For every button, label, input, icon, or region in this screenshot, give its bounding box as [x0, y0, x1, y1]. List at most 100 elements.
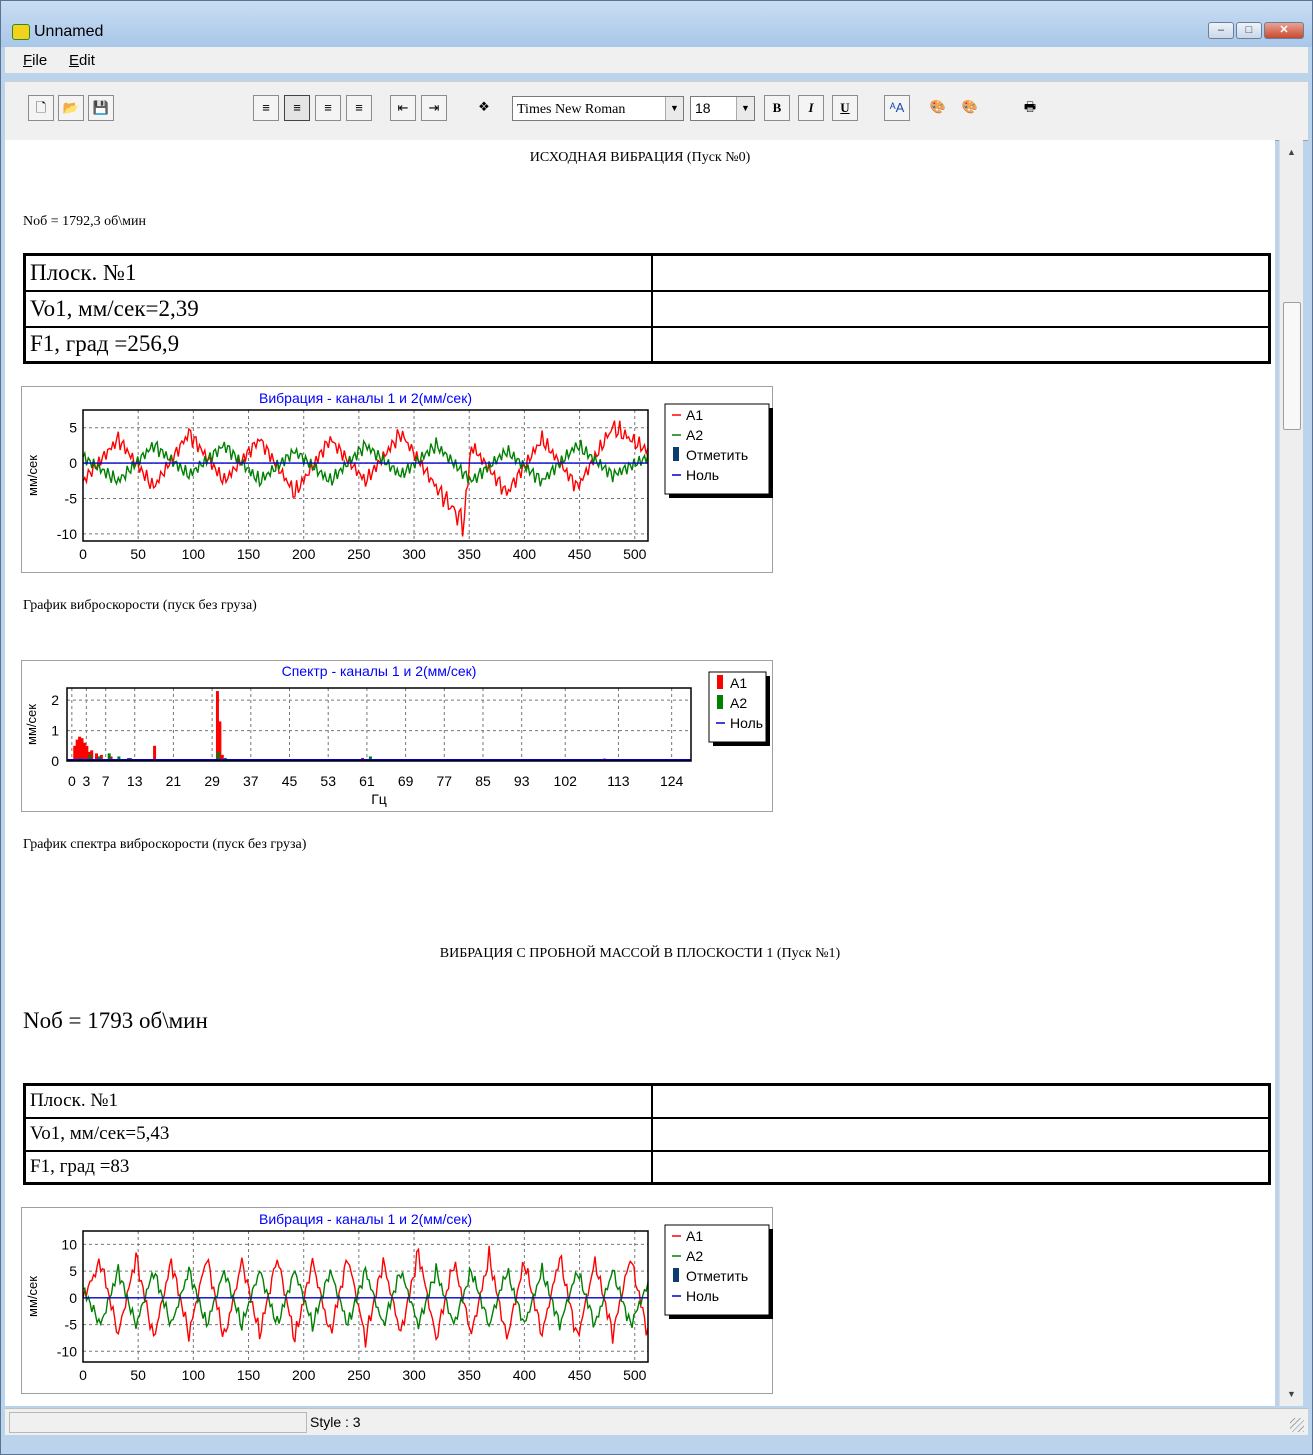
status-pane: [9, 1412, 307, 1433]
open-folder-icon[interactable]: 📂: [58, 95, 84, 121]
table-cell: [651, 289, 1271, 328]
legend-entry: A1: [730, 675, 747, 691]
indent-icon[interactable]: ⇥: [421, 95, 447, 121]
table-cell: Vo1, мм/сек=2,39: [23, 289, 653, 328]
x-tick-label: 7: [102, 773, 110, 789]
window-title: Unnamed: [34, 23, 104, 40]
table-row: Vo1, мм/сек=2,39: [23, 289, 1271, 328]
legend-entry: Ноль: [686, 1288, 719, 1304]
chevron-down-icon[interactable]: ▼: [665, 97, 683, 120]
x-tick-label: 29: [204, 773, 220, 789]
y-tick-label: 5: [69, 420, 77, 436]
legend-entry: A1: [686, 1228, 703, 1244]
align-right-icon[interactable]: ≡: [315, 95, 341, 121]
print-icon[interactable]: 🖶: [1017, 95, 1043, 121]
minimize-button[interactable]: –: [1208, 22, 1234, 39]
app-window: Unnamed – □ ✕ File Edit 🗋 📂 💾 ≡ ≡ ≡ ≡ ⇤ …: [0, 0, 1313, 1455]
formatting-toolbar: 🗋 📂 💾 ≡ ≡ ≡ ≡ ⇤ ⇥ ❖ Times New Roman ▼ 18…: [5, 81, 1308, 141]
outdent-icon[interactable]: ⇤: [390, 95, 416, 121]
align-justify-icon[interactable]: ≡: [346, 95, 372, 121]
table-cell: [651, 325, 1271, 364]
vibration-chart-1: Вибрация - каналы 1 и 2(мм/сек)мм/сек0 50…: [21, 1207, 773, 1394]
legend-entry: Ноль: [686, 467, 719, 483]
app-icon: [12, 24, 30, 40]
x-tick-label: 350: [458, 1367, 482, 1383]
results-table-1: Плоск. №1 Vo1, мм/сек=5,43 F1, град =83: [23, 1083, 1271, 1185]
table-cell: Vo1, мм/сек=5,43: [23, 1116, 653, 1152]
x-tick-label: 21: [166, 773, 182, 789]
table-cell: Плоск. №1: [23, 1083, 653, 1119]
scroll-up-icon[interactable]: ▲: [1280, 142, 1303, 162]
document-area[interactable]: ИСХОДНАЯ ВИБРАЦИЯ (Пуск №0) Noб = 1792,3…: [5, 140, 1275, 1406]
maximize-button[interactable]: □: [1236, 22, 1262, 39]
status-style: Style : 3: [310, 1414, 361, 1430]
table-row: F1, град =83: [23, 1149, 1271, 1185]
x-tick-label: 250: [347, 546, 371, 562]
x-tick-label: 500: [623, 1367, 647, 1383]
y-tick-label: -5: [65, 491, 78, 507]
spectrum-bar: [153, 745, 157, 761]
legend-swatch: [673, 447, 679, 461]
x-tick-label: 45: [282, 773, 298, 789]
chart-title: Вибрация - каналы 1 и 2(мм/сек): [259, 390, 472, 406]
legend-entry: Ноль: [730, 715, 763, 731]
x-tick-label: 450: [568, 546, 592, 562]
resize-grip-icon[interactable]: [1290, 1418, 1304, 1432]
caption-spectrum-chart-0: График спектра виброскорости (пуск без г…: [23, 837, 307, 852]
x-tick-label: 113: [607, 773, 630, 789]
y-tick-label: 1: [51, 723, 59, 739]
legend-entry: Отметить: [686, 1268, 748, 1284]
status-bar: Style : 3: [5, 1408, 1308, 1435]
x-tick-label: 0: [68, 773, 76, 789]
section-heading-0: ИСХОДНАЯ ВИБРАЦИЯ (Пуск №0): [529, 150, 751, 165]
align-center-icon[interactable]: ≡: [284, 95, 310, 121]
font-size-value: 18: [695, 100, 711, 116]
y-axis-label: мм/сек: [25, 455, 40, 496]
x-tick-label: 350: [458, 546, 482, 562]
underline-button[interactable]: U: [832, 95, 858, 121]
bold-button[interactable]: B: [764, 95, 790, 121]
x-tick-label: 150: [237, 1367, 261, 1383]
new-document-icon[interactable]: 🗋: [28, 95, 54, 121]
x-tick-label: 85: [475, 773, 491, 789]
vertical-scrollbar[interactable]: ▲ ▼: [1279, 140, 1303, 1406]
title-bar[interactable]: Unnamed – □ ✕: [1, 1, 1312, 47]
font-size-select[interactable]: 18 ▼: [690, 96, 755, 121]
legend-entry: A2: [686, 1248, 703, 1264]
chart-title: Спектр - каналы 1 и 2(мм/сек): [282, 663, 477, 679]
font-family-select[interactable]: Times New Roman ▼: [512, 96, 684, 121]
x-tick-label: 102: [554, 773, 578, 789]
close-button[interactable]: ✕: [1264, 22, 1304, 39]
insert-object-icon[interactable]: ❖: [471, 95, 497, 121]
legend-swatch: [673, 1268, 679, 1282]
x-tick-label: 250: [347, 1367, 371, 1383]
menu-file[interactable]: File: [23, 52, 47, 69]
table-cell: [651, 1116, 1271, 1152]
x-tick-label: 100: [182, 546, 206, 562]
scroll-thumb[interactable]: [1283, 302, 1301, 430]
table-cell: [651, 253, 1271, 292]
y-tick-label: 0: [69, 455, 77, 471]
align-left-icon[interactable]: ≡: [253, 95, 279, 121]
palette-icon[interactable]: 🎨: [925, 95, 951, 121]
y-tick-label: -10: [57, 1343, 77, 1359]
menu-edit[interactable]: Edit: [69, 52, 95, 69]
x-tick-label: 61: [359, 773, 375, 789]
chart-title: Вибрация - каналы 1 и 2(мм/сек): [259, 1211, 472, 1227]
scroll-down-icon[interactable]: ▼: [1280, 1384, 1303, 1404]
x-tick-label: 93: [514, 773, 530, 789]
chevron-down-icon[interactable]: ▼: [736, 97, 754, 120]
save-disk-icon[interactable]: 💾: [88, 95, 114, 121]
table-cell: [651, 1083, 1271, 1119]
x-axis-label: Гц: [371, 791, 387, 807]
x-tick-label: 300: [402, 546, 426, 562]
x-tick-label: 0: [79, 546, 87, 562]
table-cell: F1, град =256,9: [23, 325, 653, 364]
legend-entry: A1: [686, 407, 703, 423]
x-tick-label: 200: [292, 1367, 316, 1383]
x-tick-label: 3: [82, 773, 90, 789]
background-color-icon[interactable]: 🎨: [957, 95, 983, 121]
font-color-icon[interactable]: ᴬA: [884, 95, 910, 121]
italic-button[interactable]: I: [798, 95, 824, 121]
x-tick-label: 53: [320, 773, 336, 789]
